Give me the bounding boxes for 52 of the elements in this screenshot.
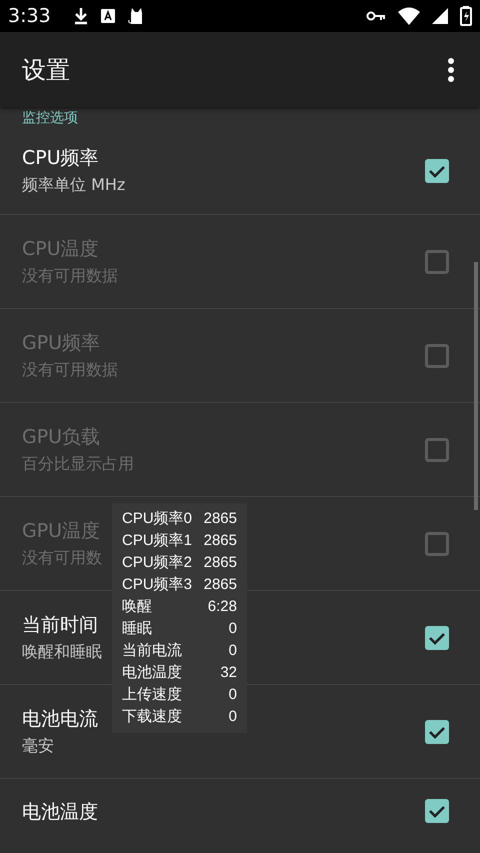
battery-icon xyxy=(460,6,472,26)
page-title: 设置 xyxy=(22,54,70,86)
download-icon xyxy=(72,7,89,25)
setting-summary: 没有可用数 xyxy=(22,548,102,569)
overlay-value: 2865 xyxy=(204,509,237,529)
setting-summary: 唤醒和睡眠 xyxy=(22,642,102,663)
setting-title: 当前时间 xyxy=(22,613,99,638)
setting-title: CPU温度 xyxy=(22,237,100,262)
overlay-value: 0 xyxy=(228,619,237,639)
overlay-label: 当前电流 xyxy=(122,641,182,661)
overlay-value: 6:28 xyxy=(208,597,237,617)
overlay-label: CPU频率1 xyxy=(122,531,192,551)
setting-title: CPU频率 xyxy=(22,146,100,171)
overlay-value: 2865 xyxy=(204,553,237,573)
setting-row[interactable]: 电池温度 xyxy=(0,779,480,853)
overlay-label: 下载速度 xyxy=(122,707,182,727)
clock: 3:33 xyxy=(8,5,51,27)
setting-summary: 没有可用数据 xyxy=(22,360,118,381)
overlay-label: 唤醒 xyxy=(122,597,152,617)
setting-title: GPU温度 xyxy=(22,519,102,544)
setting-summary: 频率单位 MHz xyxy=(22,175,126,196)
overlay-value: 0 xyxy=(228,641,237,661)
overlay-label: 电池温度 xyxy=(122,663,182,683)
key-icon xyxy=(366,10,386,22)
setting-title: 电池电流 xyxy=(22,707,98,732)
overlay-value: 32 xyxy=(220,663,237,683)
setting-title: 电池温度 xyxy=(22,800,98,825)
overlay-label: CPU频率0 xyxy=(122,509,192,529)
checkbox[interactable] xyxy=(425,720,449,744)
overlay-label: 睡眠 xyxy=(122,619,152,639)
checkbox[interactable] xyxy=(425,158,449,182)
overlay-value: 0 xyxy=(228,707,237,727)
checkbox[interactable] xyxy=(425,626,449,650)
wifi-icon xyxy=(398,7,420,25)
more-options-icon[interactable] xyxy=(447,58,455,82)
overlay-label: 上传速度 xyxy=(122,685,182,705)
setting-summary: 百分比显示占用 xyxy=(22,454,134,475)
overlay-label: CPU频率3 xyxy=(122,575,192,595)
overlay-label: CPU频率2 xyxy=(122,553,192,573)
signal-icon xyxy=(432,8,448,24)
overlay-value: 2865 xyxy=(204,575,237,595)
overlay-value: 2865 xyxy=(204,531,237,551)
cat-icon xyxy=(126,7,145,25)
setting-title: GPU频率 xyxy=(22,331,102,356)
keyboard-icon xyxy=(100,9,115,23)
section-header: 监控选项 xyxy=(21,109,79,127)
checkbox[interactable] xyxy=(425,799,449,823)
setting-summary: 毫安 xyxy=(22,736,55,757)
setting-row[interactable]: CPU频率 频率单位 MHz xyxy=(0,127,480,215)
overlay-value: 0 xyxy=(228,685,237,705)
setting-title: GPU负载 xyxy=(22,425,102,450)
setting-summary: 没有可用数据 xyxy=(22,266,118,287)
